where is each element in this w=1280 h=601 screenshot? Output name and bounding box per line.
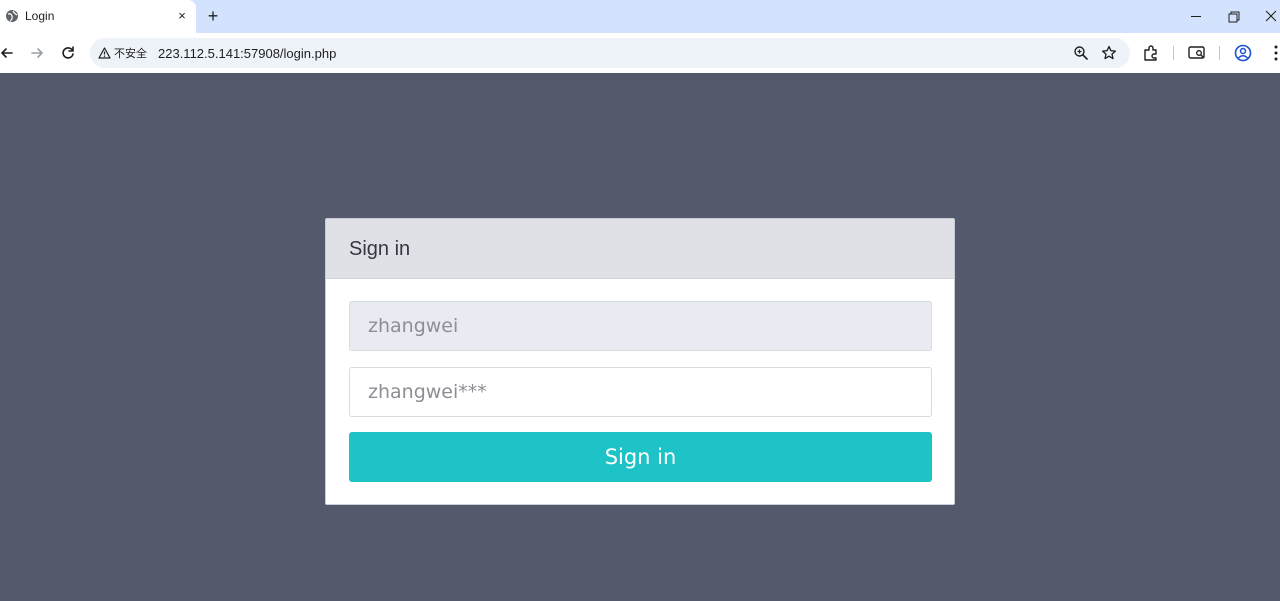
toolbar-divider bbox=[1219, 46, 1220, 60]
login-card: Sign in zhangwei zhangwei*** Sign in bbox=[325, 218, 955, 505]
username-input[interactable]: zhangwei bbox=[349, 301, 932, 351]
zoom-icon[interactable] bbox=[1072, 44, 1090, 62]
star-icon[interactable] bbox=[1100, 44, 1118, 62]
tab-strip: Login × + bbox=[0, 0, 1280, 33]
security-indicator[interactable]: 不安全 bbox=[98, 45, 147, 61]
back-arrow-icon[interactable] bbox=[0, 42, 18, 64]
security-label: 不安全 bbox=[114, 48, 147, 60]
plus-icon[interactable]: + bbox=[203, 7, 223, 27]
browser-toolbar: 不安全 223.112.5.141:57908/login.php bbox=[0, 33, 1280, 73]
password-input[interactable]: zhangwei*** bbox=[349, 367, 932, 417]
close-icon[interactable]: × bbox=[174, 8, 190, 24]
menu-icon[interactable] bbox=[1266, 43, 1280, 63]
sign-in-button[interactable]: Sign in bbox=[349, 432, 932, 482]
globe-icon bbox=[6, 10, 18, 22]
window-close-icon[interactable] bbox=[1261, 6, 1280, 28]
card-header: Sign in bbox=[326, 219, 954, 279]
url-text[interactable]: 223.112.5.141:57908/login.php bbox=[158, 46, 336, 61]
extensions-icon[interactable] bbox=[1141, 43, 1161, 63]
warning-icon bbox=[98, 47, 111, 59]
forward-arrow-icon[interactable] bbox=[26, 42, 48, 64]
page-title: Sign in bbox=[349, 238, 411, 260]
browser-tab[interactable]: Login × bbox=[0, 0, 196, 33]
cast-icon[interactable] bbox=[1187, 43, 1207, 63]
profile-icon[interactable] bbox=[1233, 43, 1253, 63]
reload-icon[interactable] bbox=[57, 42, 79, 64]
toolbar-divider bbox=[1173, 46, 1174, 60]
restore-icon[interactable] bbox=[1223, 6, 1245, 28]
minimize-icon[interactable] bbox=[1186, 6, 1208, 28]
address-bar[interactable]: 不安全 223.112.5.141:57908/login.php bbox=[90, 38, 1130, 68]
tab-title: Login bbox=[25, 9, 55, 23]
